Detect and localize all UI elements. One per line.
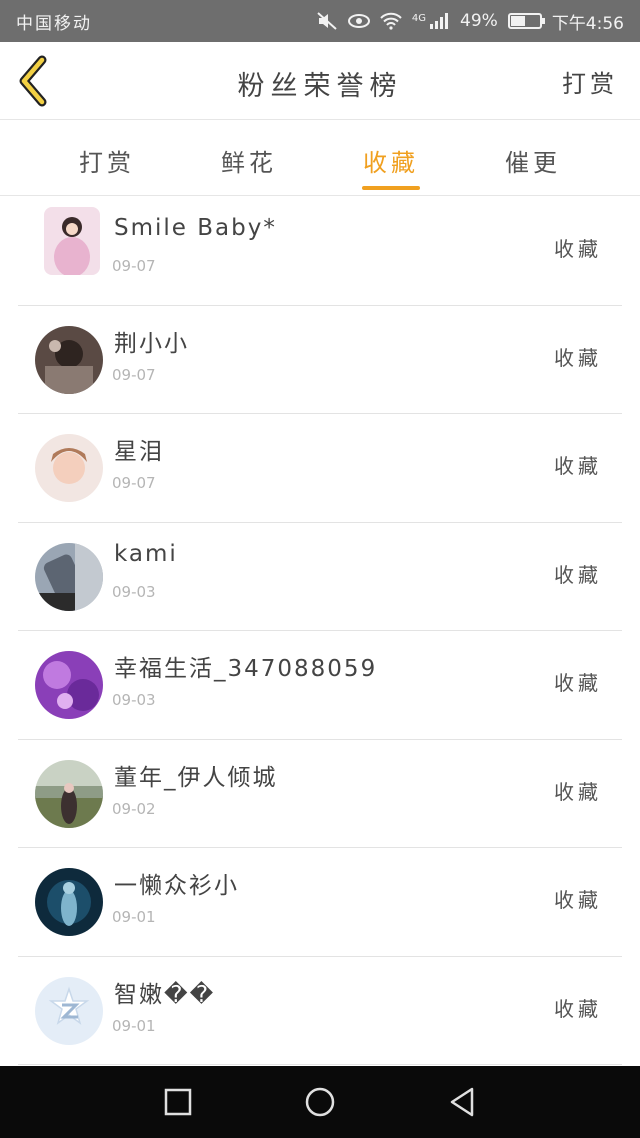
- battery-icon: [507, 13, 545, 29]
- back-icon[interactable]: [444, 1084, 480, 1120]
- list-item[interactable]: 一懒众衫小 09-01 收藏: [18, 848, 622, 957]
- wifi-icon: [380, 12, 402, 30]
- avatar: [44, 207, 100, 275]
- list-item[interactable]: 星泪 09-07 收藏: [18, 414, 622, 523]
- fan-date: 09-01: [112, 908, 156, 926]
- avatar: [35, 542, 103, 611]
- fan-list: Smile Baby* 09-07 收藏 荆小小 09-07 收藏 星泪 09-…: [0, 197, 640, 1065]
- fan-date: 09-03: [112, 691, 156, 709]
- signal-icon: [430, 13, 449, 29]
- list-item[interactable]: 荆小小 09-07 收藏: [18, 306, 622, 414]
- home-icon[interactable]: [302, 1084, 338, 1120]
- recent-apps-icon[interactable]: [160, 1084, 196, 1120]
- avatar: [35, 868, 103, 936]
- mute-icon: [317, 12, 337, 30]
- tab-reward[interactable]: 打赏: [52, 143, 162, 178]
- fan-action: 收藏: [554, 779, 602, 804]
- eye-icon: [347, 14, 370, 28]
- fan-date: 09-07: [112, 474, 156, 492]
- fan-name: Smile Baby*: [114, 215, 277, 241]
- avatar: [35, 759, 103, 828]
- tab-collect[interactable]: 收藏: [336, 143, 446, 178]
- fan-name: 荆小小: [114, 330, 189, 357]
- fan-action: 收藏: [554, 888, 602, 912]
- list-item[interactable]: 智嫩�� 09-01 收藏: [18, 957, 622, 1065]
- fan-date: 09-01: [112, 1016, 156, 1035]
- tab-bar: 打赏 鲜花 收藏 催更: [0, 121, 640, 196]
- fan-action: 收藏: [554, 454, 602, 478]
- tab-flowers[interactable]: 鲜花: [194, 143, 304, 178]
- list-item[interactable]: kami 09-03 收藏: [18, 523, 622, 631]
- fan-name: 智嫩��: [114, 981, 216, 1008]
- avatar: [35, 434, 103, 502]
- list-item[interactable]: 董年_伊人倾城 09-02 收藏: [18, 740, 622, 848]
- fan-action: 收藏: [554, 562, 602, 587]
- fan-name: 董年_伊人倾城: [114, 764, 278, 791]
- fan-name: 星泪: [114, 439, 164, 465]
- fan-date: 09-07: [112, 257, 156, 275]
- fan-name: 幸福生活_347088059: [114, 656, 378, 682]
- status-icons: 4G 49% 下午4:56: [316, 9, 624, 34]
- app-header: 粉丝荣誉榜 打赏: [0, 42, 640, 120]
- fan-action: 收藏: [554, 345, 602, 370]
- fan-action: 收藏: [554, 237, 602, 261]
- tab-urge[interactable]: 催更: [478, 143, 588, 178]
- navigation-bar: [0, 1066, 640, 1138]
- battery-fill: [510, 16, 525, 26]
- fan-name: 一懒众衫小: [114, 873, 239, 899]
- page-title: 粉丝荣誉榜: [237, 71, 403, 102]
- list-item[interactable]: Smile Baby* 09-07 收藏: [18, 197, 622, 306]
- fan-action: 收藏: [554, 671, 602, 695]
- list-item[interactable]: 幸福生活_347088059 09-03 收藏: [18, 631, 622, 740]
- fan-action: 收藏: [554, 996, 602, 1021]
- avatar: [35, 325, 103, 394]
- fan-date: 09-02: [112, 799, 156, 818]
- fan-name: kami: [114, 540, 178, 567]
- fan-date: 09-03: [112, 582, 156, 601]
- carrier-label: 中国移动: [16, 13, 92, 34]
- avatar: [35, 651, 103, 719]
- clock: 下午4:56: [551, 13, 624, 34]
- status-bar: 中国移动 4G 49% 下午4:56: [0, 0, 640, 42]
- tab-active-indicator: [362, 186, 420, 190]
- network-type: 4G: [411, 12, 427, 24]
- battery-percent: 49%: [460, 11, 498, 31]
- fan-date: 09-07: [112, 365, 156, 384]
- default-avatar-icon: [35, 976, 103, 1045]
- reward-button[interactable]: 打赏: [562, 64, 618, 99]
